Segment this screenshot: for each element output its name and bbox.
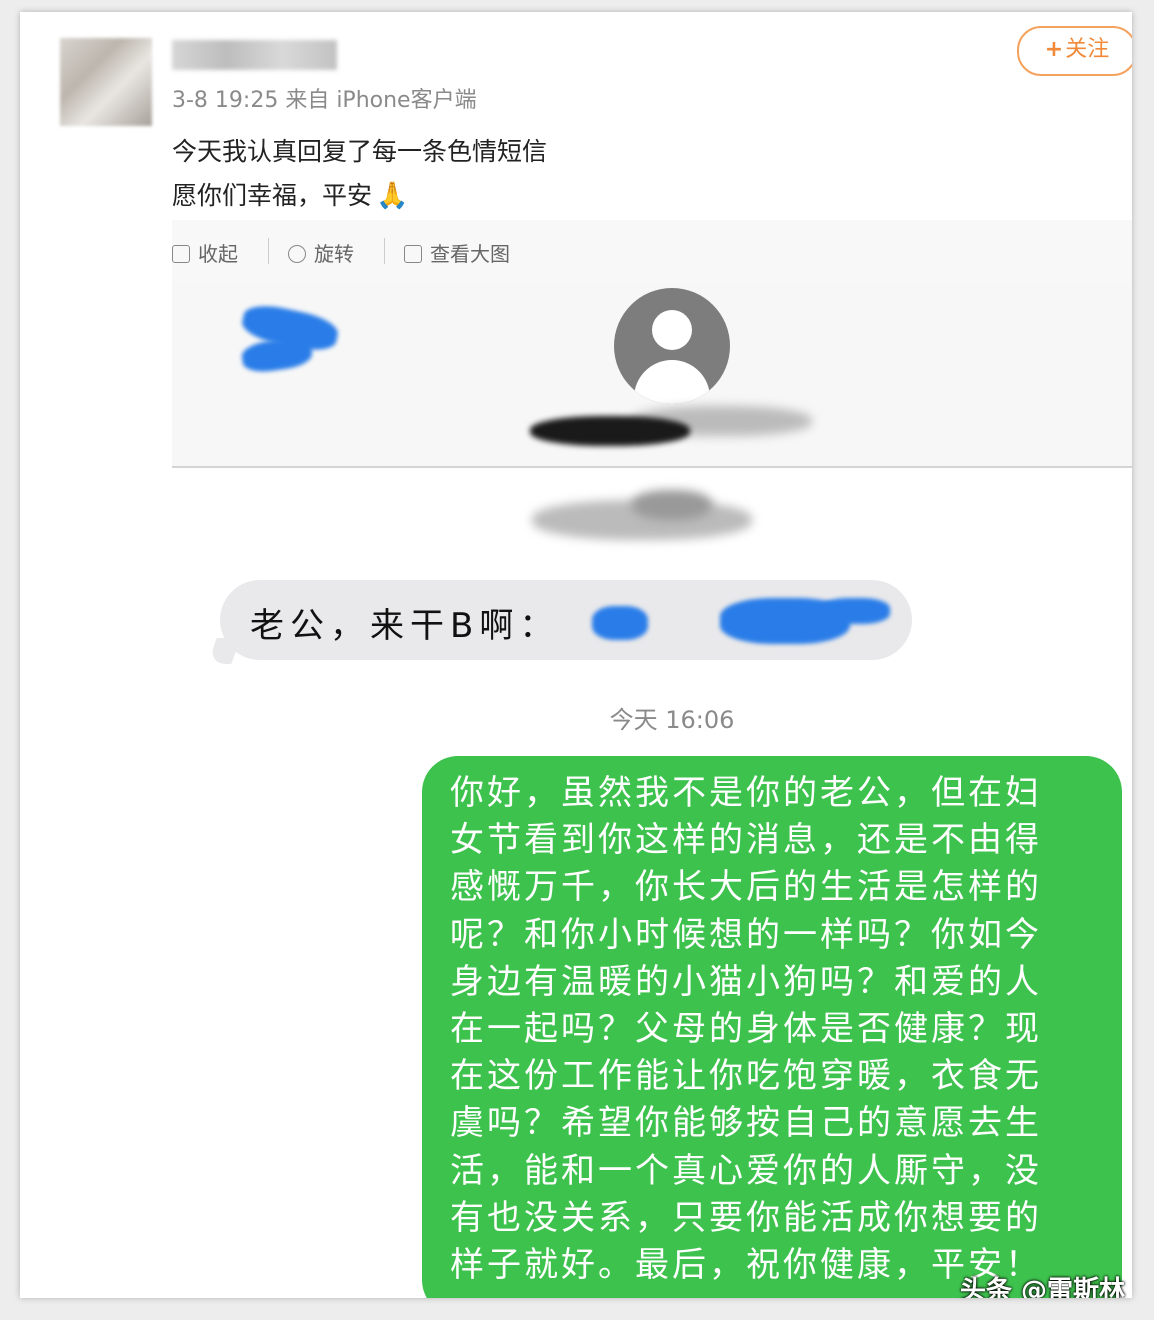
outgoing-message-bubble: 你好，虽然我不是你的老公，但在妇 女节看到你这样的消息，还是不由得 感慨万千，你…	[422, 756, 1122, 1298]
message-timestamp: 今天 16:06	[609, 706, 735, 734]
outgoing-message-text: 你好，虽然我不是你的老公，但在妇 女节看到你这样的消息，还是不由得 感慨万千，你…	[450, 773, 1042, 1286]
redaction-gray	[632, 490, 712, 520]
view-large-icon	[404, 245, 422, 263]
redaction-blue	[820, 598, 890, 624]
post-meta: 3-8 19:25 来自 iPhone客户端	[172, 88, 477, 113]
redaction-blue	[240, 335, 314, 375]
post-card: 3-8 19:25 来自 iPhone客户端 +关注 今天我认真回复了每一条色情…	[20, 12, 1132, 1298]
redaction-blue	[592, 606, 648, 640]
collapse-icon	[172, 245, 190, 263]
avatar-body	[634, 360, 710, 404]
user-avatar[interactable]	[60, 38, 152, 126]
avatar-head	[652, 310, 692, 350]
follow-button[interactable]: +关注	[1017, 26, 1132, 76]
view-large-label: 查看大图	[430, 242, 510, 266]
view-large-button[interactable]: 查看大图	[404, 238, 510, 267]
post-text-line-2: 愿你们幸福，平安 🙏	[172, 176, 408, 212]
post-text-line-2-content: 愿你们幸福，平安	[172, 181, 373, 210]
watermark: 头条 @雷斯林	[960, 1276, 1126, 1298]
rotate-label: 旋转	[314, 242, 354, 266]
post-text-line-1: 今天我认真回复了每一条色情短信	[172, 137, 548, 166]
screenshot-image[interactable]: 老公，来干B啊： 今天 16:06 你好，虽然我不是你的老公，但在妇 女节看到你…	[172, 282, 1132, 1298]
collapse-label: 收起	[198, 242, 238, 266]
incoming-message-bubble: 老公，来干B啊：	[220, 580, 912, 660]
plus-icon: +	[1044, 37, 1064, 62]
toolbar-divider	[268, 238, 269, 264]
contact-avatar-icon	[614, 288, 730, 404]
rotate-button[interactable]: 旋转	[288, 238, 354, 267]
collapse-button[interactable]: 收起	[172, 238, 238, 267]
follow-label: 关注	[1065, 37, 1110, 62]
rotate-icon	[288, 245, 306, 263]
username-redacted[interactable]	[172, 40, 337, 70]
contact-header	[172, 282, 1132, 468]
incoming-message-text: 老公，来干B啊：	[250, 606, 560, 646]
image-toolbar: 收起 旋转 查看大图	[172, 220, 1132, 282]
redaction-black	[530, 416, 690, 446]
pray-emoji-icon: 🙏	[376, 181, 409, 211]
toolbar-divider	[384, 238, 385, 264]
